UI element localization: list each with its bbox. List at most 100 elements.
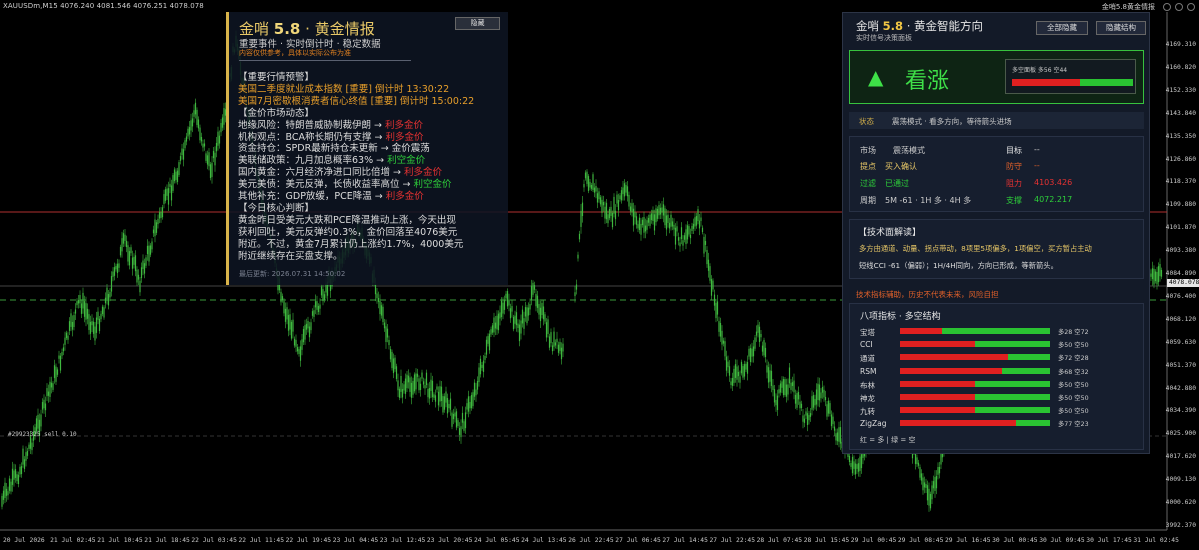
candle-body	[511, 306, 513, 312]
candle-body	[22, 448, 24, 465]
candle-body	[10, 481, 12, 492]
candle-body	[854, 463, 857, 475]
candle-body	[151, 241, 153, 250]
candle-body	[59, 355, 62, 371]
news-hide-button[interactable]: 隐藏	[455, 17, 500, 30]
candle-body	[682, 240, 684, 246]
price-tick-label: 4034.390	[1165, 407, 1196, 415]
candle-body	[793, 380, 795, 393]
candle-body	[776, 395, 779, 410]
candle-body	[518, 324, 521, 342]
candle-body	[535, 294, 537, 307]
candle-body	[919, 467, 921, 478]
candle-body	[802, 415, 804, 422]
price-tick-label: 4143.840	[1165, 109, 1196, 117]
time-tick-label: 28 Jul 07:45	[756, 537, 803, 544]
candle-body	[73, 315, 75, 328]
order-line-label[interactable]: #29923325 sell 0.10	[8, 431, 77, 438]
candle-body	[74, 309, 77, 314]
candle-body	[70, 313, 72, 327]
candle-body	[740, 361, 743, 374]
target-key: 目标	[1006, 146, 1022, 155]
candle-body	[220, 122, 222, 133]
candle-body	[178, 162, 180, 175]
candle-body	[80, 303, 83, 314]
candle-body	[154, 219, 156, 237]
candle-body	[608, 209, 611, 219]
candle-body	[389, 349, 392, 360]
candle-body	[142, 260, 144, 269]
candle-body	[530, 285, 533, 300]
candle-body	[131, 257, 134, 269]
candle-body	[835, 433, 837, 441]
candle-body	[520, 320, 522, 334]
candle-body	[416, 373, 419, 377]
indicators-box: 八项指标 · 多空结构 宝塔 多28 空72 CCI 多50 空50 通道 多72 空28…	[849, 303, 1144, 450]
candle-body	[173, 169, 176, 182]
indicator-bull-fill	[900, 407, 975, 414]
news-updated-time: 最后更新: 2026.07.31 14:50:02	[239, 270, 346, 278]
candle-body	[827, 400, 830, 414]
candle-body	[857, 463, 860, 472]
candle-body	[392, 358, 395, 374]
candle-body	[68, 321, 71, 331]
price-axis[interactable]: 4169.310 4160.820 4152.330 4143.840 4135.350…	[1166, 0, 1199, 530]
time-axis[interactable]: 20 Jul 2026 21 Jul 02:45 21 Jul 10:45 21 Ju…	[0, 530, 1179, 550]
candle-body	[770, 370, 773, 386]
current-price-tag: 4078.078	[1167, 279, 1199, 287]
status-key: 状态	[859, 117, 874, 126]
hide-all-button[interactable]: 全部隐藏	[1036, 21, 1088, 35]
time-tick-label: 21 Jul 10:45	[97, 537, 143, 544]
candle-body	[94, 326, 96, 341]
candle-body	[8, 478, 11, 491]
candle-body	[116, 263, 119, 274]
candle-body	[665, 215, 668, 230]
candle-body	[176, 170, 179, 182]
candle-body	[937, 467, 939, 475]
candle-body	[182, 149, 185, 160]
candle-body	[205, 153, 207, 161]
candle-body	[649, 214, 651, 226]
candle-body	[407, 375, 410, 383]
candle-body	[436, 386, 438, 390]
candle-body	[1154, 271, 1157, 282]
candle-body	[383, 322, 386, 329]
candle-body	[286, 307, 288, 320]
candle-body	[677, 237, 680, 241]
candle-body	[523, 318, 525, 329]
indicator-row: CCI 多50 空50	[860, 340, 1140, 349]
indicator-bull-fill	[900, 328, 942, 334]
candle-body	[110, 276, 113, 292]
candle-body	[479, 358, 482, 375]
news-line-tag: 利多金价	[385, 191, 424, 202]
candle-body	[458, 428, 461, 435]
candle-body	[664, 208, 666, 226]
candle-body	[524, 307, 527, 317]
signal-value: 买入确认	[885, 162, 917, 171]
indicator-row: 九转 多50 空50	[860, 406, 1140, 416]
info-box: 市场 震荡模式 目标 -- 提点 买入确认 防守 -- 过滤 已通过 阻力 41…	[849, 136, 1144, 212]
candle-body	[127, 245, 129, 262]
candle-body	[67, 335, 69, 340]
candle-body	[647, 217, 650, 223]
price-tick-label: 4025.900	[1165, 430, 1196, 438]
candle-body	[376, 293, 378, 299]
candle-body	[934, 477, 936, 492]
candle-body	[754, 337, 756, 349]
candle-body	[427, 389, 429, 398]
candle-body	[851, 456, 854, 474]
candle-body	[379, 300, 381, 315]
candle-body	[496, 315, 498, 330]
candle-body	[487, 336, 489, 344]
candle-body	[707, 259, 710, 271]
hide-structure-button[interactable]: 隐藏结构	[1096, 21, 1146, 35]
candle-body	[626, 186, 629, 197]
indicator-bar	[900, 407, 1050, 414]
candle-body	[293, 338, 296, 346]
price-tick-label: 4042.880	[1165, 384, 1196, 392]
time-tick-label: 23 Jul 20:45	[426, 537, 473, 544]
candle-body	[700, 217, 702, 221]
candle-body	[767, 367, 770, 383]
candle-body	[449, 398, 452, 410]
indicator-row: 通道 多72 空28	[860, 353, 1140, 363]
